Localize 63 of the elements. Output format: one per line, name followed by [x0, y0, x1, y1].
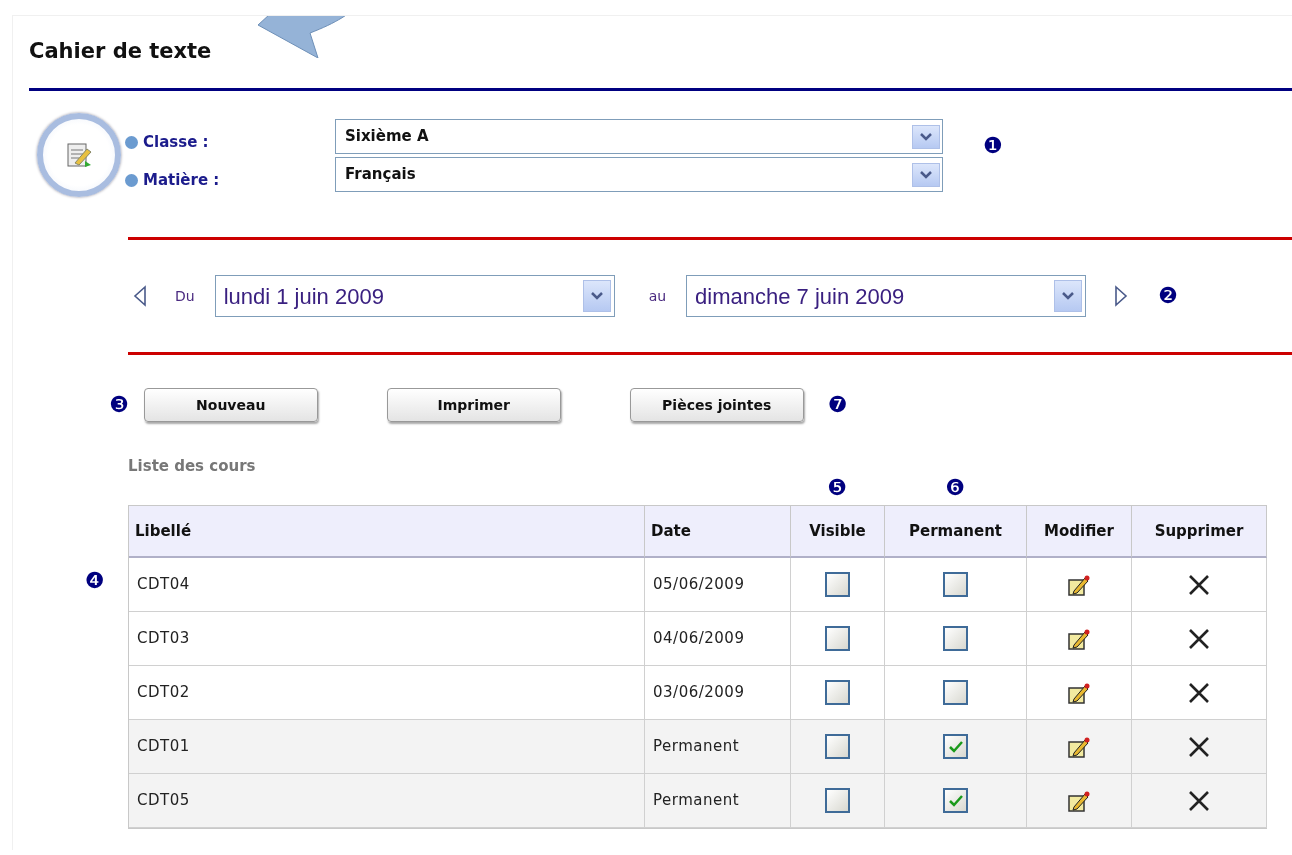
action-button[interactable]: Pièces jointes [629, 388, 804, 422]
table-cell: 05/06/2009 [645, 558, 791, 612]
checkmark-icon [947, 793, 964, 808]
checkbox[interactable] [825, 680, 850, 705]
table-cell: Permanent [645, 720, 791, 774]
checkbox[interactable] [825, 734, 850, 759]
table-cell: CDT02 [129, 666, 645, 720]
marker-number: ❼ [827, 394, 848, 416]
bullet-icon [125, 173, 138, 187]
delete-icon[interactable] [1187, 734, 1211, 759]
checkmark-icon [947, 739, 964, 754]
edit-pencil-icon[interactable] [1068, 573, 1090, 596]
column-header: Permanent [885, 506, 1027, 558]
marker-number: ❻ [945, 477, 965, 499]
delete-icon[interactable] [1187, 680, 1211, 705]
table-cell: 03/06/2009 [645, 666, 791, 720]
field-label: Du [175, 286, 195, 306]
edit-document-icon [37, 113, 121, 197]
checkbox[interactable] [825, 788, 850, 813]
action-button[interactable]: Nouveau [143, 388, 318, 422]
marker-number: ❺ [827, 477, 847, 499]
column-header: Date [645, 506, 791, 558]
dropdown[interactable]: Français [335, 157, 943, 192]
marker-number: ❶ [983, 135, 1003, 157]
field-label: Matière : [143, 169, 220, 191]
edit-pencil-icon[interactable] [1068, 735, 1090, 758]
column-header: Libellé [129, 506, 645, 558]
bullet-icon [125, 135, 138, 149]
edit-pencil-icon[interactable] [1068, 681, 1090, 704]
previous-arrow-icon[interactable] [133, 285, 147, 307]
checkbox[interactable] [943, 680, 968, 705]
table-cell: CDT01 [129, 720, 645, 774]
delete-icon[interactable] [1187, 788, 1211, 813]
checkbox[interactable] [825, 572, 850, 597]
edit-pencil-icon[interactable] [1068, 789, 1090, 812]
column-header: Visible [791, 506, 885, 558]
delete-icon[interactable] [1187, 626, 1211, 651]
table-cell: CDT03 [129, 612, 645, 666]
checkbox[interactable] [943, 626, 968, 651]
checkbox[interactable] [943, 734, 968, 759]
section-title: Liste des cours [128, 456, 257, 475]
marker-number: ❸ [109, 394, 129, 416]
field-label: au [648, 286, 667, 306]
table-cell: CDT05 [129, 774, 645, 828]
date-dropdown[interactable]: dimanche 7 juin 2009 [686, 275, 1087, 317]
action-button[interactable]: Imprimer [386, 388, 561, 422]
column-header: Modifier [1027, 506, 1132, 558]
column-header: Supprimer [1132, 506, 1267, 558]
table-cell: CDT04 [129, 558, 645, 612]
table-cell: 04/06/2009 [645, 612, 791, 666]
checkbox[interactable] [943, 788, 968, 813]
marker-number: ❷ [1158, 285, 1178, 307]
delete-icon[interactable] [1187, 572, 1211, 597]
date-dropdown[interactable]: lundi 1 juin 2009 [214, 275, 615, 317]
field-label: Classe : [143, 131, 209, 153]
next-arrow-icon[interactable] [1114, 285, 1129, 307]
dropdown[interactable]: Sixième A [335, 119, 943, 154]
checkbox[interactable] [825, 626, 850, 651]
page-title: Cahier de texte [29, 38, 212, 65]
table-cell: Permanent [645, 774, 791, 828]
marker-number: ❹ [85, 570, 105, 592]
checkbox[interactable] [943, 572, 968, 597]
edit-pencil-icon[interactable] [1068, 627, 1090, 650]
